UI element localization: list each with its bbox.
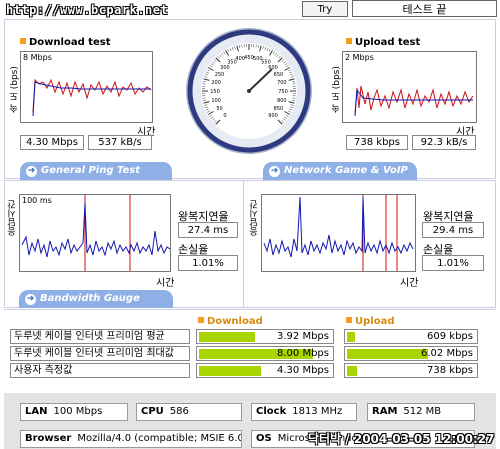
- gauge-upload-header-text: Upload: [355, 316, 395, 327]
- ram-value: 512 MB: [403, 406, 442, 417]
- dial-tick-label: 800: [277, 98, 287, 104]
- gauge-upload-value: 609 kbps: [427, 331, 473, 342]
- clock-value: 1813 MHz: [292, 406, 343, 417]
- ping-left-series: [21, 202, 170, 258]
- tab-general-ping-label: General Ping Test: [41, 165, 141, 176]
- clock-label: Clock: [256, 406, 287, 417]
- gauge-upload-cell: 6.02 Mbps: [344, 346, 478, 361]
- lan-label: LAN: [25, 406, 48, 417]
- arrow-right-icon: ➜: [25, 294, 36, 305]
- upload-speed-kbs: 92.3 kB/s: [412, 135, 476, 150]
- download-title: Download test: [20, 37, 111, 48]
- arrow-right-icon: ➜: [269, 166, 280, 177]
- ping-left-loss-value: 1.01%: [178, 255, 238, 271]
- ping-right-xlabel: 시간: [400, 278, 419, 289]
- test-end-status: 테스트 끝: [352, 0, 497, 17]
- cpu-value: 586: [169, 406, 189, 417]
- dial-tick-label: 850: [274, 106, 284, 112]
- download-chart: 8 Mbps: [20, 51, 153, 123]
- download-series-blue: [32, 81, 151, 117]
- download-speed-kbs: 537 kB/s: [88, 135, 152, 150]
- gauge-download-header-text: Download: [207, 316, 263, 327]
- gauge-upload-cell: 609 kbps: [344, 329, 478, 344]
- gauge-upload-value: 738 kbps: [427, 365, 473, 376]
- gauge-download-cell: 4.30 Mbps: [196, 363, 334, 378]
- browser-value: Mozilla/4.0 (compatible; MSIE 6.0: [77, 433, 242, 444]
- upload-speed-kbps: 738 kbps: [346, 135, 408, 150]
- dial-tick-label: 200: [211, 80, 221, 86]
- gauge-row-label: 두루넷 케이블 인터넷 프리미엄 평균: [10, 329, 190, 344]
- ping-left-latency-value: 27.4 ms: [178, 222, 238, 238]
- arrow-right-icon: ➜: [26, 166, 37, 177]
- gauge-download-value: 4.30 Mbps: [277, 365, 329, 376]
- gauge-download-bar: [199, 366, 261, 376]
- tab-bandwidth-gauge-label: Bandwidth Gauge: [40, 293, 140, 304]
- gauge-upload-bar: [347, 332, 355, 342]
- tab-general-ping[interactable]: ➜ General Ping Test: [20, 162, 172, 180]
- ping-divider: [243, 181, 244, 307]
- site-url-text: http://www.bcpark.net: [6, 3, 169, 17]
- dial-tick-label: 50: [216, 106, 222, 112]
- upload-title-text: Upload test: [355, 37, 421, 48]
- bullet-icon: [346, 317, 352, 323]
- gauge-download-value: 8.00 Mbps: [277, 348, 329, 359]
- speed-dial: 0 50 100 150 200 250 300 350 400 450 500 550 600 650 7…: [185, 27, 313, 155]
- dial-tick-label: 100: [211, 98, 221, 104]
- upload-graph: [354, 85, 474, 117]
- ping-right-series: [263, 196, 414, 258]
- bullet-icon: [20, 38, 26, 44]
- dial-tick-label: 750: [278, 89, 288, 95]
- gauge-upload-header: Upload: [346, 316, 394, 327]
- tab-bandwidth-gauge[interactable]: ➜ Bandwidth Gauge: [19, 290, 173, 308]
- dial-tick-label: 650: [274, 72, 284, 78]
- gauge-download-cell: 3.92 Mbps: [196, 329, 334, 344]
- ping-right-loss-value: 1.01%: [422, 255, 484, 271]
- gauge-row-label: 두루넷 케이블 인터넷 프리미엄 최대값: [10, 346, 190, 361]
- download-graph: [32, 78, 152, 117]
- bullet-icon: [198, 317, 204, 323]
- gauge-upload-value: 6.02 Mbps: [421, 348, 473, 359]
- ping-left-xlabel: 시간: [156, 278, 175, 289]
- upload-title: Upload test: [346, 37, 420, 48]
- download-speed-mbps: 4.30 Mbps: [20, 135, 84, 150]
- bullet-icon: [346, 38, 352, 44]
- gauge-download-value: 3.92 Mbps: [277, 331, 329, 342]
- dial-tick-label: 0: [223, 113, 226, 119]
- gauge-upload-bar: [347, 366, 357, 376]
- upload-chart: 2 Mbps: [342, 51, 477, 123]
- dial-tick-label: 300: [220, 65, 230, 71]
- ram-info: RAM 512 MB: [367, 403, 475, 421]
- try-again-button[interactable]: Try again: [302, 1, 348, 30]
- gauge-upload-bar: [347, 349, 428, 359]
- dial-tick-label: 250: [215, 72, 225, 78]
- lan-info: LAN 100 Mbps: [20, 403, 128, 421]
- ping-right-chart: [261, 194, 416, 272]
- browser-label: Browser: [25, 433, 72, 444]
- browser-info: Browser Mozilla/4.0 (compatible; MSIE 6.0: [20, 430, 242, 448]
- clock-info: Clock 1813 MHz: [251, 403, 357, 421]
- watermark-text: 닥터박 / 2004-03-05 12:00:27: [308, 432, 495, 446]
- dial-tick-label: 900: [268, 113, 278, 119]
- cpu-info: CPU 586: [136, 403, 242, 421]
- gauge-row-label: 사용자 측정값: [10, 363, 190, 378]
- gauge-download-cell: 8.00 Mbps: [196, 346, 334, 361]
- download-title-text: Download test: [29, 37, 111, 48]
- gauge-download-header: Download: [198, 316, 263, 327]
- gauge-upload-cell: 738 kbps: [344, 363, 478, 378]
- dial-tick-label: 700: [277, 80, 287, 86]
- lan-value: 100 Mbps: [53, 406, 103, 417]
- os-label: OS: [256, 433, 272, 444]
- ping-right-graph: [263, 195, 414, 271]
- ping-left-graph: [21, 195, 170, 271]
- ram-label: RAM: [372, 406, 398, 417]
- gauge-download-bar: [199, 332, 255, 342]
- cpu-label: CPU: [141, 406, 164, 417]
- ping-left-chart: 100 ms: [19, 194, 171, 272]
- dial-tick-label: 150: [210, 89, 220, 95]
- tab-network-game[interactable]: ➜ Network Game & VoIP Test: [263, 162, 417, 194]
- ping-right-latency-value: 29.4 ms: [422, 222, 484, 238]
- download-series-red: [32, 78, 152, 113]
